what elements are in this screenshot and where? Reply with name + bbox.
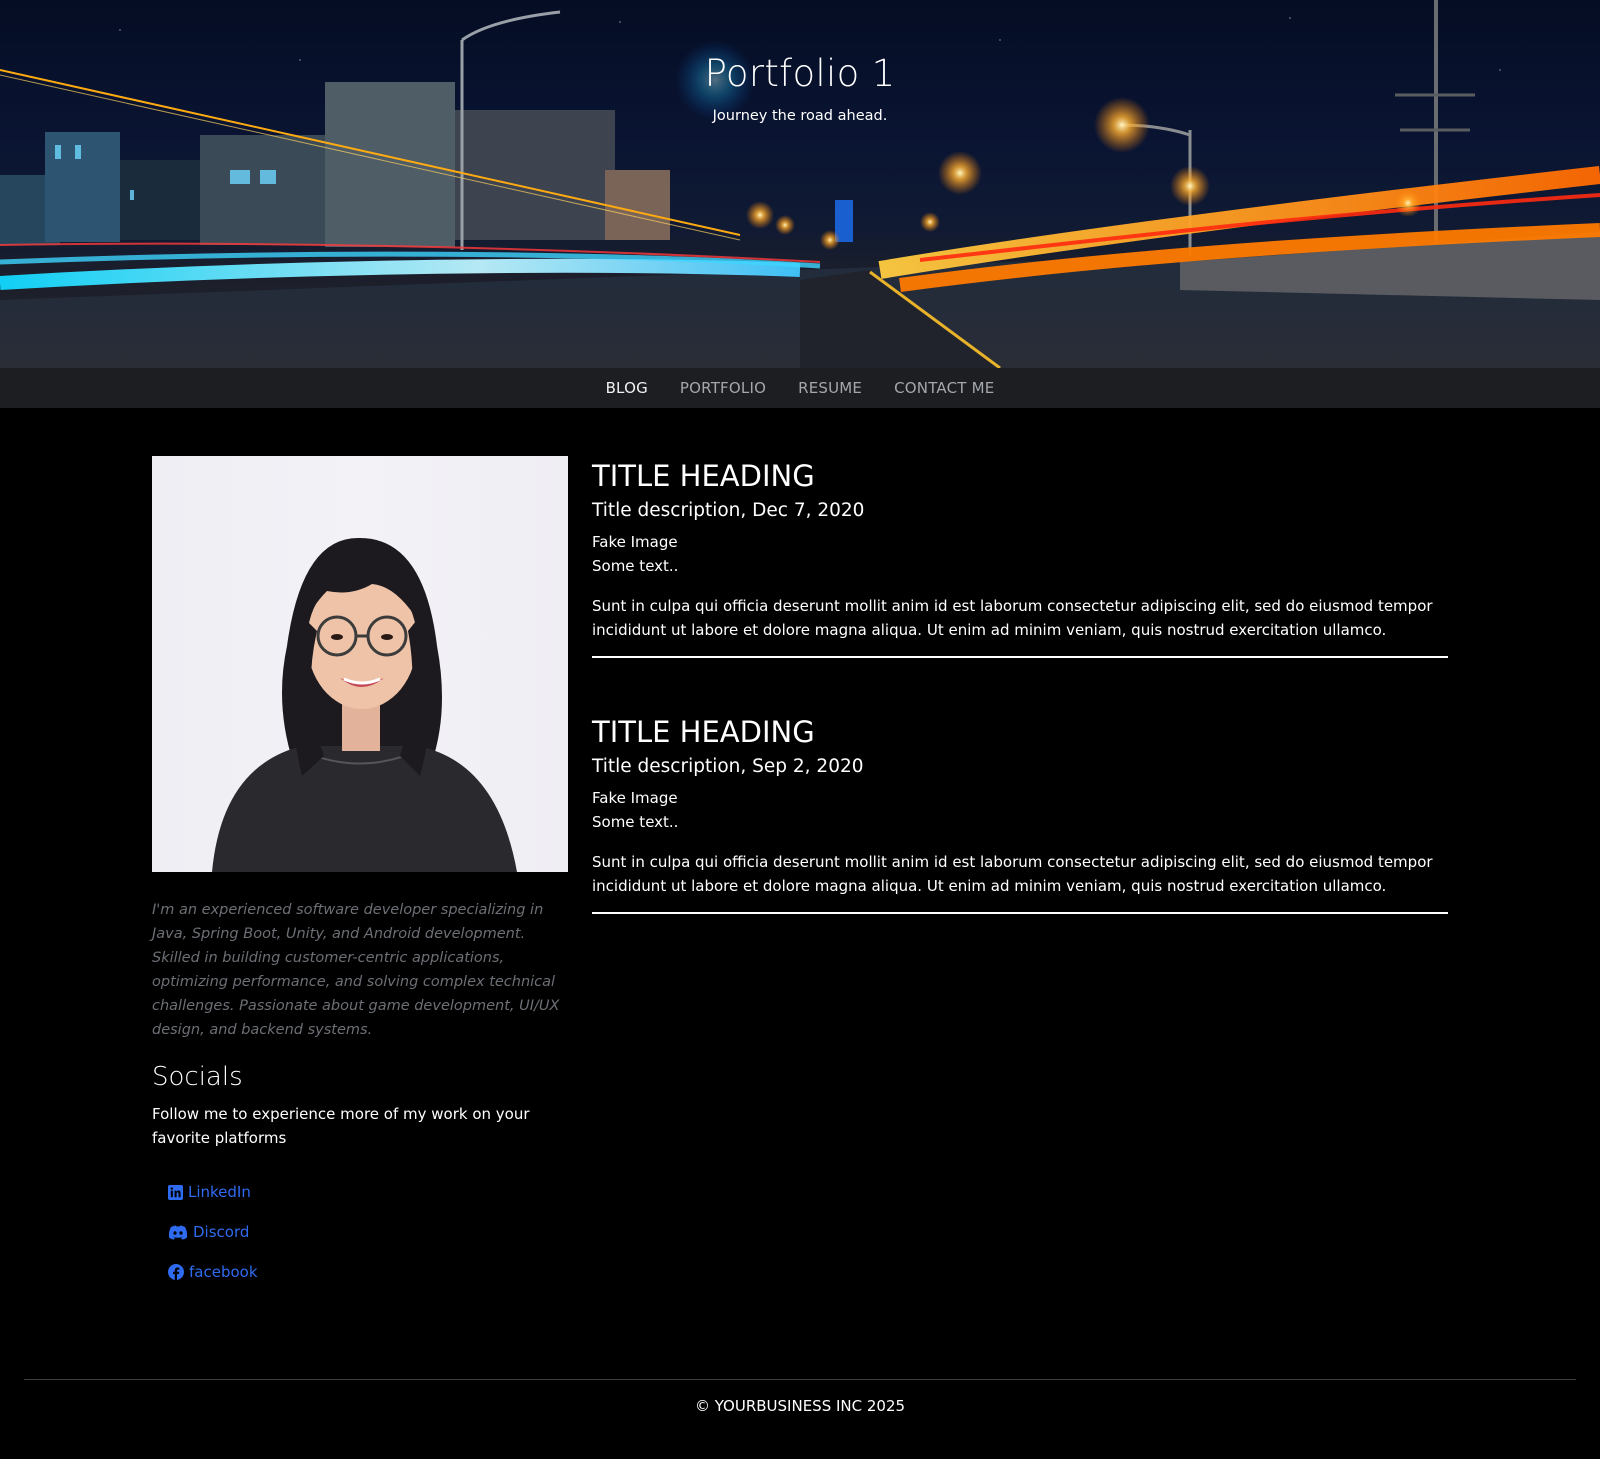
blog-posts: TITLE HEADING Title description, Dec 7, … — [592, 456, 1448, 968]
post-body: Sunt in culpa qui officia deserunt molli… — [592, 597, 1433, 639]
page-title: Portfolio 1 — [704, 52, 896, 95]
post-fake-image: Fake Image — [592, 789, 678, 807]
linkedin-label: LinkedIn — [188, 1183, 251, 1201]
post-some-text: Some text.. — [592, 557, 679, 575]
hero-banner: Portfolio 1 Journey the road ahead. — [0, 0, 1600, 368]
nav-item-contact-me[interactable]: CONTACT ME — [878, 368, 1010, 408]
post-fake-image: Fake Image — [592, 533, 678, 551]
post-heading: TITLE HEADING — [592, 715, 815, 749]
blog-post: TITLE HEADING Title description, Sep 2, … — [592, 712, 1448, 914]
facebook-icon — [168, 1264, 184, 1280]
nav-item-portfolio[interactable]: PORTFOLIO — [664, 368, 782, 408]
social-item-linkedin: LinkedIn — [168, 1172, 568, 1212]
blog-post: TITLE HEADING Title description, Dec 7, … — [592, 456, 1448, 658]
profile-photo — [152, 456, 568, 872]
discord-icon — [168, 1225, 188, 1239]
socials-heading: Socials — [152, 1062, 243, 1092]
linkedin-link[interactable]: LinkedIn — [168, 1183, 251, 1201]
social-item-discord: Discord — [168, 1212, 568, 1252]
profile-sidebar: I'm an experienced software developer sp… — [152, 456, 568, 1292]
top-navigation: BLOG PORTFOLIO RESUME CONTACT ME — [0, 368, 1600, 408]
footer-copyright: © YOURBUSINESS INC 2025 — [694, 1397, 906, 1415]
footer-divider — [24, 1379, 1576, 1380]
post-heading: TITLE HEADING — [592, 459, 815, 493]
discord-link[interactable]: Discord — [168, 1223, 249, 1241]
profile-photo-illustration — [212, 537, 517, 872]
post-some-text: Some text.. — [592, 813, 679, 831]
nav-item-resume[interactable]: RESUME — [782, 368, 878, 408]
discord-label: Discord — [193, 1223, 250, 1241]
facebook-link[interactable]: facebook — [168, 1263, 258, 1281]
page-subtitle: Journey the road ahead. — [712, 108, 888, 124]
social-item-facebook: facebook — [168, 1252, 568, 1292]
nav-item-blog[interactable]: BLOG — [590, 368, 664, 408]
post-description: Title description, Sep 2, 2020 — [592, 756, 864, 777]
post-body: Sunt in culpa qui officia deserunt molli… — [592, 853, 1433, 895]
facebook-label: facebook — [189, 1263, 258, 1281]
bio-text: I'm an experienced software developer sp… — [152, 902, 560, 1038]
post-description: Title description, Dec 7, 2020 — [592, 500, 865, 521]
socials-description: Follow me to experience more of my work … — [152, 1105, 530, 1147]
social-links-list: LinkedIn Discord facebook — [152, 1172, 568, 1292]
linkedin-icon — [168, 1184, 183, 1200]
